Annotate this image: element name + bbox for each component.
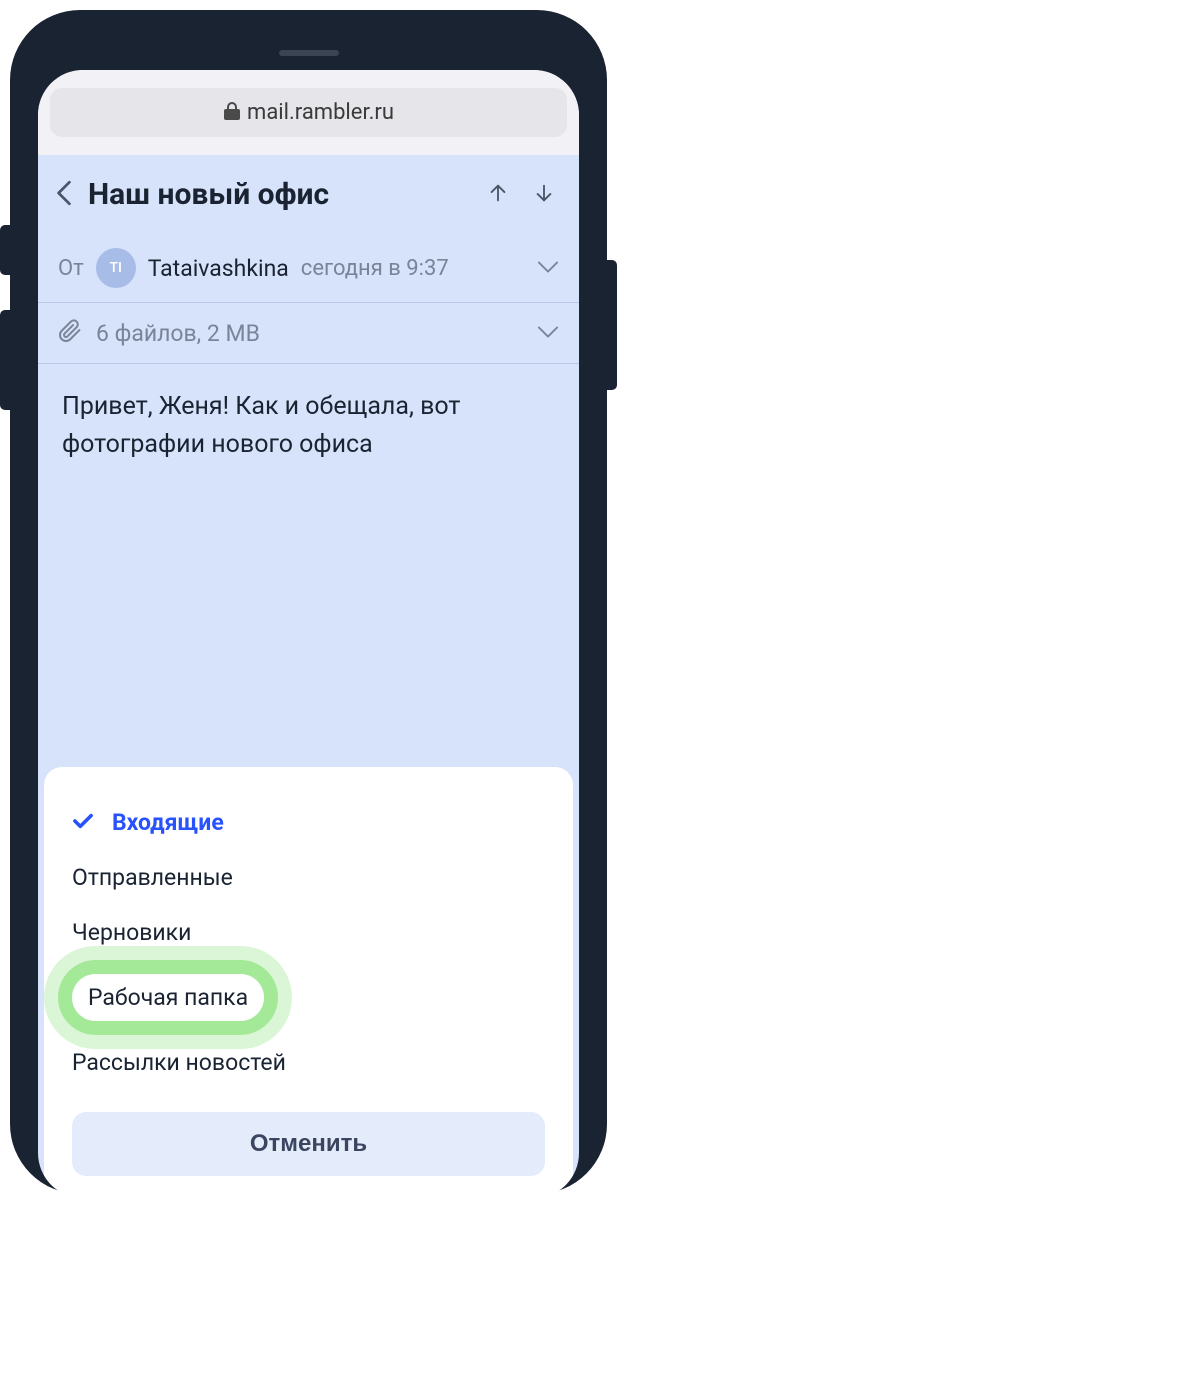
phone-side-button	[0, 310, 10, 410]
folder-label: Отправленные	[72, 864, 233, 891]
phone-notch	[279, 50, 339, 56]
folder-label: Входящие	[112, 809, 224, 836]
folder-label: Рассылки новостей	[72, 1049, 286, 1076]
url-bar[interactable]: mail.rambler.ru	[50, 88, 567, 137]
attachments-row[interactable]: 6 файлов, 2 MB	[38, 303, 579, 364]
from-row[interactable]: От TI Tataivashkina сегодня в 9:37	[38, 234, 579, 303]
paperclip-icon	[58, 319, 82, 347]
url-text: mail.rambler.ru	[247, 100, 394, 125]
arrow-down-icon[interactable]	[529, 178, 559, 212]
lock-icon	[223, 101, 241, 125]
attachments-info: 6 файлов, 2 MB	[96, 320, 523, 347]
folder-option-inbox[interactable]: Входящие	[72, 795, 545, 850]
email-subject: Наш новый офис	[88, 177, 471, 212]
timestamp: сегодня в 9:37	[301, 256, 525, 281]
phone-side-button	[0, 225, 10, 275]
phone-side-button	[607, 260, 617, 390]
chevron-down-icon[interactable]	[537, 324, 559, 343]
cancel-button[interactable]: Отменить	[72, 1112, 545, 1176]
folder-option-work-highlighted[interactable]: Рабочая папка	[72, 974, 264, 1021]
header-actions	[483, 178, 559, 212]
phone-frame: mail.rambler.ru Наш новый офис От TI Tat…	[10, 10, 607, 1194]
folder-label: Черновики	[72, 919, 191, 946]
folder-option-newsletters[interactable]: Рассылки новостей	[72, 1035, 545, 1090]
email-body: Привет, Женя! Как и обещала, вот фотогра…	[38, 364, 579, 767]
arrow-up-icon[interactable]	[483, 178, 513, 212]
browser-bar: mail.rambler.ru	[38, 70, 579, 155]
folder-label: Рабочая папка	[88, 984, 248, 1011]
mail-header: Наш новый офис	[38, 155, 579, 234]
phone-screen: mail.rambler.ru Наш новый офис От TI Tat…	[38, 70, 579, 1198]
back-button[interactable]	[52, 180, 76, 210]
folder-option-drafts[interactable]: Черновики	[72, 905, 545, 960]
avatar: TI	[96, 248, 136, 288]
chevron-down-icon[interactable]	[537, 259, 559, 278]
folder-picker-sheet: Входящие Отправленные Черновики Рабочая …	[44, 767, 573, 1198]
check-icon	[72, 809, 98, 836]
from-label: От	[58, 256, 84, 281]
sender-name: Tataivashkina	[148, 255, 289, 282]
folder-option-sent[interactable]: Отправленные	[72, 850, 545, 905]
